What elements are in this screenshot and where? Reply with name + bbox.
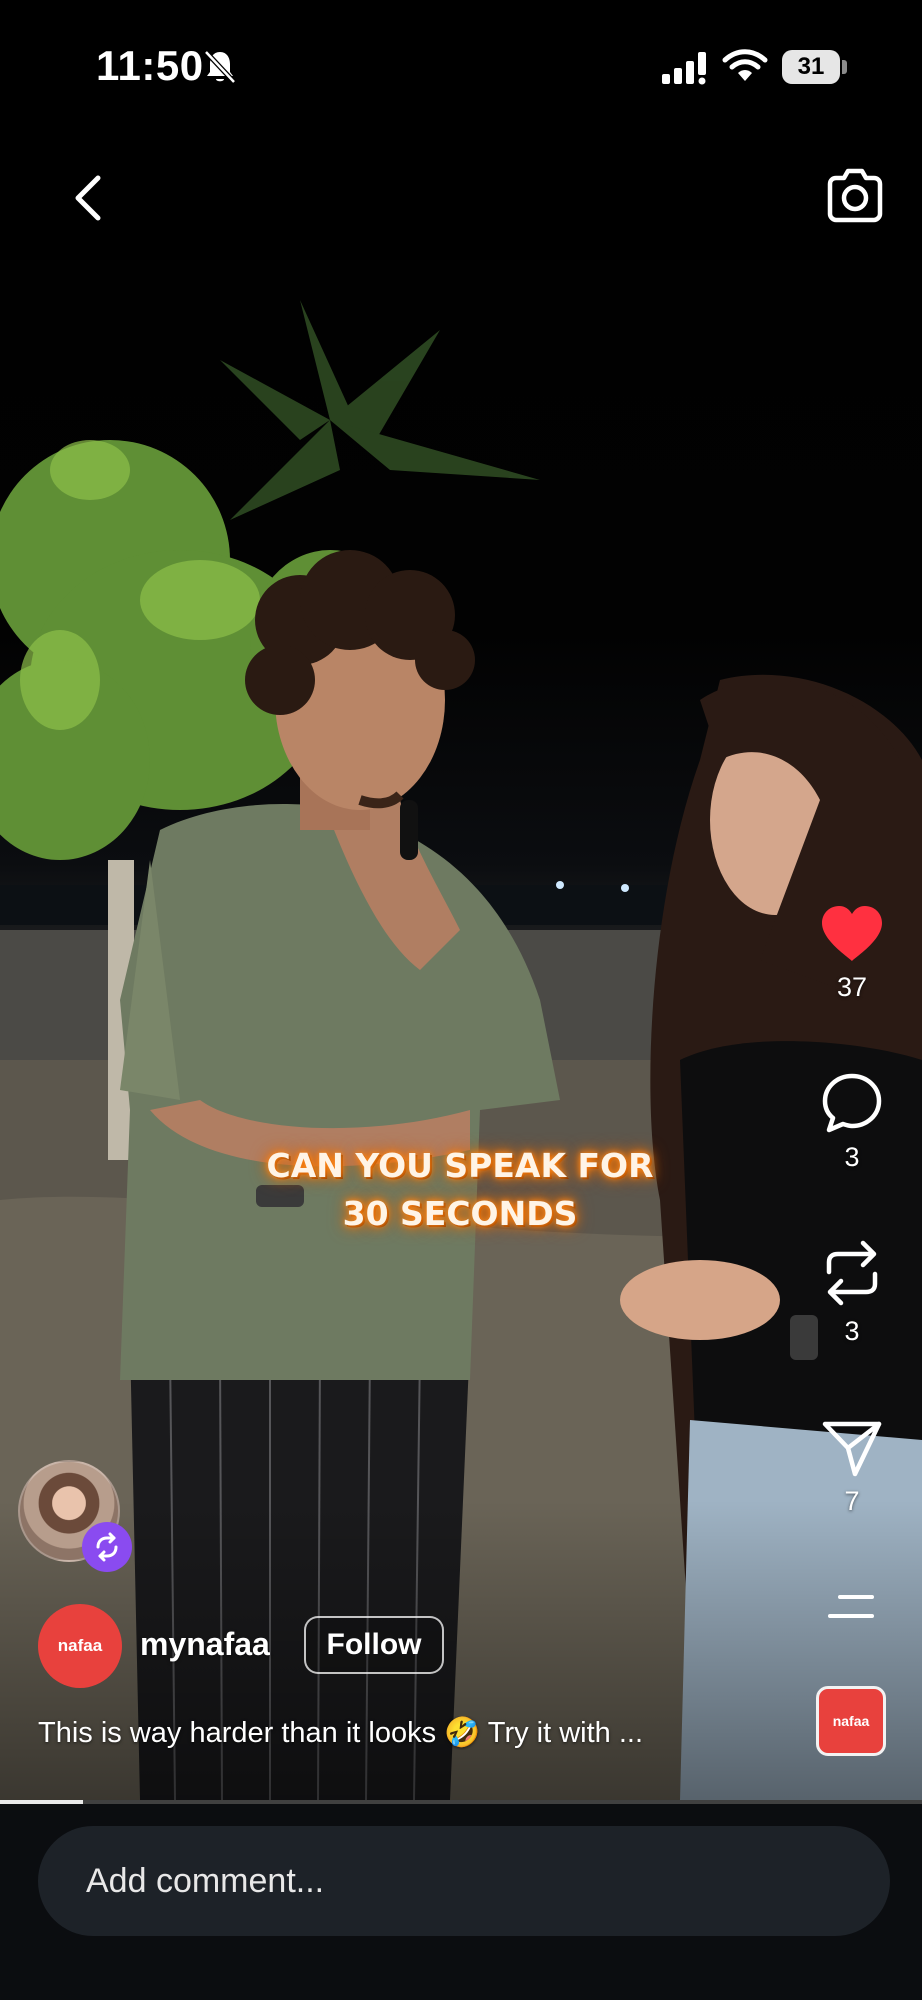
like-count: 37 (836, 972, 868, 1002)
battery-icon: 31 (782, 50, 840, 84)
camera-button[interactable] (824, 164, 886, 226)
send-icon (822, 1421, 882, 1477)
bell-muted-icon (204, 50, 236, 84)
more-options-button[interactable] (826, 1592, 876, 1622)
video-caption-line: 30 SECONDS (342, 1194, 578, 1233)
reel-screen: CAN YOU SPEAK FOR 30 SECONDS 11:50 31 37… (0, 0, 922, 2000)
comment-button[interactable]: 3 (802, 1072, 902, 1173)
repost-icon (826, 1240, 878, 1306)
comment-input[interactable]: Add comment... (38, 1826, 890, 1936)
video-player[interactable]: CAN YOU SPEAK FOR 30 SECONDS (0, 0, 922, 1800)
repost-button[interactable]: 3 (802, 1238, 902, 1347)
video-caption: CAN YOU SPEAK FOR 30 SECONDS (200, 1142, 720, 1238)
battery-tip (842, 60, 847, 74)
menu-icon (828, 1595, 874, 1618)
status-bar: 11:50 31 (0, 0, 922, 140)
audio-thumbnail[interactable]: nafaa (816, 1686, 886, 1756)
repost-icon (96, 1532, 118, 1562)
user-avatar[interactable]: nafaa (38, 1604, 122, 1688)
video-frame (0, 0, 922, 1800)
comment-count: 3 (844, 1142, 860, 1172)
wifi-icon (722, 49, 768, 81)
heart-icon (822, 906, 882, 961)
status-time: 11:50 (96, 42, 204, 89)
like-button[interactable]: 37 (802, 904, 902, 1003)
share-button[interactable]: 7 (802, 1418, 902, 1517)
comment-icon (822, 1073, 882, 1133)
video-caption-line: CAN YOU SPEAK FOR (266, 1146, 654, 1185)
collab-badge (82, 1522, 132, 1572)
follow-button[interactable]: Follow (304, 1616, 444, 1674)
repost-count: 3 (844, 1316, 860, 1346)
username[interactable]: mynafaa (140, 1626, 270, 1663)
cellular-signal-icon (662, 52, 706, 85)
chevron-left-icon (75, 175, 101, 221)
camera-icon (827, 168, 883, 223)
back-button[interactable] (64, 170, 114, 226)
post-description[interactable]: This is way harder than it looks 🤣 Try i… (38, 1716, 778, 1750)
share-count: 7 (844, 1486, 860, 1516)
